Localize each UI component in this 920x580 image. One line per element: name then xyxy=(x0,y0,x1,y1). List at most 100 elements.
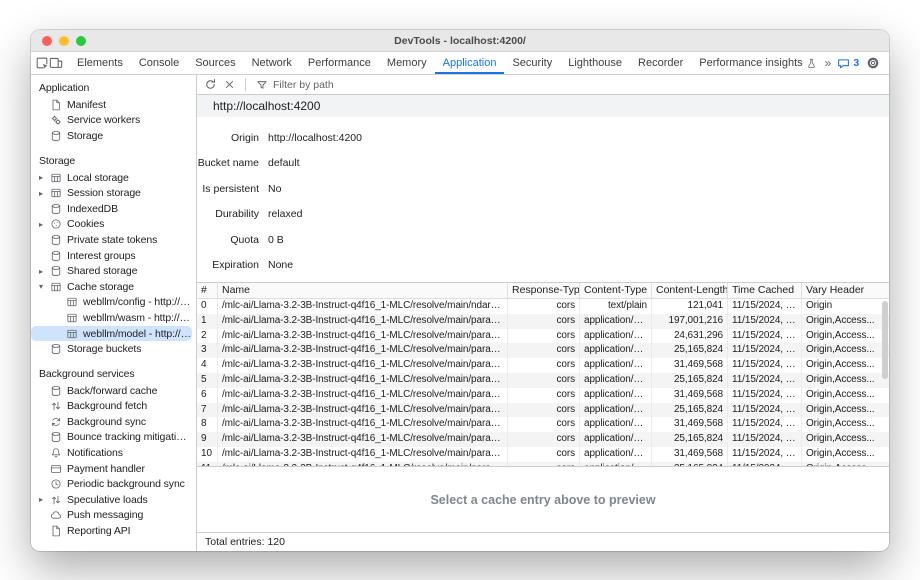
filter-by-path-input[interactable]: Filter by path xyxy=(256,79,334,91)
column-header-vary-header[interactable]: Vary Header xyxy=(801,283,889,298)
cell-response-type: cors xyxy=(507,299,579,314)
db-icon xyxy=(50,130,62,142)
disclosure-collapsed-icon[interactable]: ▸ xyxy=(39,173,50,182)
column-header-[interactable]: # xyxy=(197,283,217,298)
feedback-badge[interactable]: 3 xyxy=(837,57,859,70)
cell-name: /mlc-ai/Llama-3.2-3B-Instruct-q4f16_1-ML… xyxy=(217,358,507,373)
table-row[interactable]: 9/mlc-ai/Llama-3.2-3B-Instruct-q4f16_1-M… xyxy=(197,432,889,447)
column-header-content-length[interactable]: Content-Length xyxy=(651,283,727,298)
sidebar-section-application: Application xyxy=(31,80,196,97)
column-header-time-cached[interactable]: Time Cached xyxy=(727,283,801,298)
clock-icon xyxy=(50,478,62,490)
kebab-menu-icon[interactable] xyxy=(887,57,889,70)
table-row[interactable]: 5/mlc-ai/Llama-3.2-3B-Instruct-q4f16_1-M… xyxy=(197,373,889,388)
table-scrollbar-thumb[interactable] xyxy=(882,301,888,379)
sidebar-item-shared-storage[interactable]: ▸Shared storage xyxy=(31,263,192,279)
metadata-value: 0 B xyxy=(268,234,284,246)
more-tabs-button[interactable]: » xyxy=(825,56,831,70)
table-row[interactable]: 3/mlc-ai/Llama-3.2-3B-Instruct-q4f16_1-M… xyxy=(197,343,889,358)
sidebar-item-label: Push messaging xyxy=(67,509,143,521)
metadata-label: Quota xyxy=(197,234,259,246)
sidebar-item-manifest[interactable]: Manifest xyxy=(31,97,192,113)
close-window-button[interactable] xyxy=(42,36,52,46)
sidebar-item-back-forward-cache[interactable]: Back/forward cache xyxy=(31,383,192,399)
sidebar-item-private-state-tokens[interactable]: Private state tokens xyxy=(31,232,192,248)
sidebar-item-background-sync[interactable]: Background sync xyxy=(31,414,192,430)
cell-content-type: application/oc... xyxy=(579,373,651,388)
disclosure-expanded-icon[interactable]: ▾ xyxy=(39,282,50,291)
table-row[interactable]: 7/mlc-ai/Llama-3.2-3B-Instruct-q4f16_1-M… xyxy=(197,403,889,418)
sidebar-item-label: Notifications xyxy=(67,447,123,459)
tab-memory[interactable]: Memory xyxy=(379,52,435,74)
disclosure-collapsed-icon[interactable]: ▸ xyxy=(39,495,50,504)
sidebar-item-interest-groups[interactable]: Interest groups xyxy=(31,248,192,264)
sidebar-item-background-fetch[interactable]: Background fetch xyxy=(31,399,192,415)
sidebar-item-reporting-api[interactable]: Reporting API xyxy=(31,523,192,539)
settings-gear-icon[interactable] xyxy=(866,56,880,70)
table-row[interactable]: 0/mlc-ai/Llama-3.2-3B-Instruct-q4f16_1-M… xyxy=(197,299,889,314)
tab-recorder[interactable]: Recorder xyxy=(630,52,691,74)
db-icon xyxy=(50,385,62,397)
tab-console[interactable]: Console xyxy=(131,52,187,74)
device-toolbar-icon[interactable] xyxy=(49,52,63,74)
zoom-window-button[interactable] xyxy=(76,36,86,46)
sidebar-item-local-storage[interactable]: ▸Local storage xyxy=(31,170,192,186)
refresh-icon[interactable] xyxy=(204,78,217,91)
table-row[interactable]: 6/mlc-ai/Llama-3.2-3B-Instruct-q4f16_1-M… xyxy=(197,388,889,403)
sidebar-item-indexeddb[interactable]: IndexedDB xyxy=(31,201,192,217)
metadata-row-bucket-name: Bucket namedefault xyxy=(197,151,889,177)
cell-content-length: 197,001,216 xyxy=(651,314,727,329)
metadata-value: relaxed xyxy=(268,208,302,220)
sidebar-item-payment-handler[interactable]: Payment handler xyxy=(31,461,192,477)
table-header-row: #NameResponse-TypeContent-TypeContent-Le… xyxy=(197,282,889,299)
sidebar-item-storage[interactable]: Storage xyxy=(31,128,192,144)
table-row[interactable]: 1/mlc-ai/Llama-3.2-3B-Instruct-q4f16_1-M… xyxy=(197,314,889,329)
tab-network[interactable]: Network xyxy=(244,52,300,74)
disclosure-collapsed-icon[interactable]: ▸ xyxy=(39,189,50,198)
sidebar-item-session-storage[interactable]: ▸Session storage xyxy=(31,185,192,201)
tab-security[interactable]: Security xyxy=(504,52,560,74)
column-header-content-type[interactable]: Content-Type xyxy=(579,283,651,298)
tab-performance[interactable]: Performance xyxy=(300,52,379,74)
sidebar-item-label: Reporting API xyxy=(67,525,131,537)
sidebar-item-cookies[interactable]: ▸Cookies xyxy=(31,217,192,233)
tab-elements[interactable]: Elements xyxy=(69,52,131,74)
column-header-response-type[interactable]: Response-Type xyxy=(507,283,579,298)
sidebar-section-storage: Storage xyxy=(31,153,196,170)
sidebar-item-webllm-wasm-http-loca[interactable]: webllm/wasm - http://loca... xyxy=(31,310,192,326)
sidebar-item-bounce-tracking-mitigations[interactable]: Bounce tracking mitigations xyxy=(31,430,192,446)
sidebar-item-push-messaging[interactable]: Push messaging xyxy=(31,508,192,524)
table-row[interactable]: 8/mlc-ai/Llama-3.2-3B-Instruct-q4f16_1-M… xyxy=(197,417,889,432)
sidebar-item-cache-storage[interactable]: ▾Cache storage xyxy=(31,279,192,295)
metadata-label: Bucket name xyxy=(197,157,259,169)
sidebar-item-service-workers[interactable]: Service workers xyxy=(31,113,192,129)
disclosure-collapsed-icon[interactable]: ▸ xyxy=(39,267,50,276)
delete-selected-icon[interactable] xyxy=(224,79,235,90)
sidebar-item-label: Storage buckets xyxy=(67,343,141,355)
sidebar-item-webllm-model-http-loc[interactable]: webllm/model - http://loc... xyxy=(31,326,192,342)
sidebar-item-speculative-loads[interactable]: ▸Speculative loads xyxy=(31,492,192,508)
inspect-element-icon[interactable] xyxy=(35,52,49,74)
filter-placeholder: Filter by path xyxy=(273,79,334,91)
cell-name: /mlc-ai/Llama-3.2-3B-Instruct-q4f16_1-ML… xyxy=(217,388,507,403)
metadata-label: Expiration xyxy=(197,259,259,271)
cell-time-cached: 11/15/2024, 10... xyxy=(727,388,801,403)
table-row[interactable]: 4/mlc-ai/Llama-3.2-3B-Instruct-q4f16_1-M… xyxy=(197,358,889,373)
table-row[interactable]: 2/mlc-ai/Llama-3.2-3B-Instruct-q4f16_1-M… xyxy=(197,329,889,344)
sidebar-item-storage-buckets[interactable]: Storage buckets xyxy=(31,341,192,357)
tab-application[interactable]: Application xyxy=(435,52,505,74)
sidebar-item-webllm-config-http-loc[interactable]: webllm/config - http://loc... xyxy=(31,295,192,311)
column-header-name[interactable]: Name xyxy=(217,283,507,298)
sidebar-item-notifications[interactable]: Notifications xyxy=(31,445,192,461)
preview-pane: Select a cache entry above to preview xyxy=(197,467,889,532)
tab-sources[interactable]: Sources xyxy=(187,52,243,74)
table-row[interactable]: 11/mlc-ai/Llama-3.2-3B-Instruct-q4f16_1-… xyxy=(197,462,889,467)
tab-lighthouse[interactable]: Lighthouse xyxy=(560,52,630,74)
cell-vary-header: Origin,Access... xyxy=(801,329,889,344)
cell-response-type: cors xyxy=(507,417,579,432)
table-row[interactable]: 10/mlc-ai/Llama-3.2-3B-Instruct-q4f16_1-… xyxy=(197,447,889,462)
disclosure-collapsed-icon[interactable]: ▸ xyxy=(39,220,50,229)
tab-performance-insights[interactable]: Performance insights xyxy=(691,52,824,74)
minimize-window-button[interactable] xyxy=(59,36,69,46)
sidebar-item-periodic-background-sync[interactable]: Periodic background sync xyxy=(31,476,192,492)
